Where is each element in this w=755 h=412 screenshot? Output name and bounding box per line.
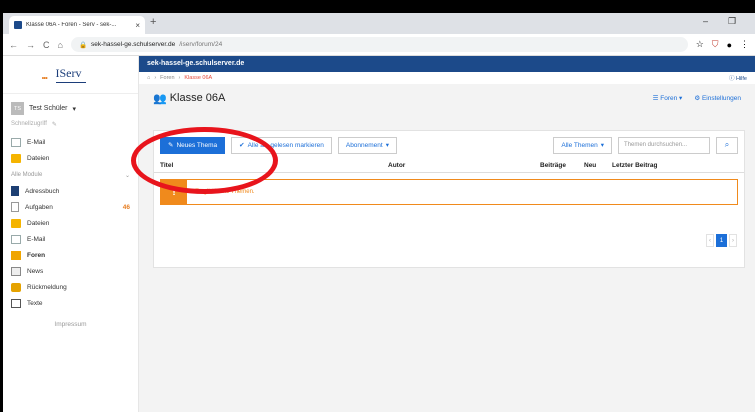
panel-toolbar: ✎ Neues Thema ✔ Alle als gelesen markier…: [154, 131, 744, 159]
column-posts[interactable]: Beiträge: [540, 162, 584, 169]
caret-down-icon: ▾: [385, 142, 389, 149]
browser-tab[interactable]: Klasse 06A - Foren - Serv - sek-... ×: [9, 16, 145, 34]
url-path: /iserv/forum/24: [179, 41, 223, 48]
forums-dropdown[interactable]: ☰ Foren ▾: [653, 94, 683, 102]
empty-alert: ! Es gibt keine Themen.: [160, 179, 738, 205]
mail-icon: [11, 137, 21, 147]
next-page-button[interactable]: ›: [729, 234, 737, 247]
settings-button[interactable]: ⚙ Einstellungen: [694, 94, 741, 102]
close-tab-icon[interactable]: ×: [135, 21, 140, 30]
modules-header[interactable]: Alle Module ⌄: [3, 166, 138, 183]
forum-icon: [11, 250, 21, 260]
sidebar-item-dateien[interactable]: Dateien: [3, 215, 138, 231]
breadcrumb-foren[interactable]: Foren: [160, 75, 174, 81]
screen: Klasse 06A - Foren - Serv - sek-... × + …: [0, 0, 755, 412]
tab-title: Klasse 06A - Foren - Serv - sek-...: [26, 22, 117, 28]
sidebar: ••• IServ TS Test Schüler ▾ Schnellzugri…: [3, 56, 139, 412]
maximize-icon[interactable]: ❐: [728, 16, 736, 27]
reload-icon[interactable]: C: [43, 40, 50, 50]
sidebar-item-files-quick[interactable]: Dateien: [3, 150, 138, 166]
browser-toolbar: ← → C ⌂ 🔒 sek-hassel-ge.schulserver.de/i…: [3, 34, 755, 56]
back-icon[interactable]: ←: [9, 40, 18, 50]
subscription-dropdown[interactable]: Abonnement ▾: [337, 136, 397, 154]
pencil-icon[interactable]: ✎: [52, 121, 57, 128]
impressum-link[interactable]: Impressum: [3, 311, 138, 328]
sidebar-item-news[interactable]: News: [3, 263, 138, 279]
new-tab-icon[interactable]: +: [150, 16, 156, 28]
home-icon[interactable]: ⌂: [58, 40, 63, 50]
url-host: sek-hassel-ge.schulserver.de: [91, 41, 176, 48]
news-icon: [11, 266, 21, 276]
lock-icon: 🔒: [78, 41, 88, 49]
column-last-post[interactable]: Letzter Beitrag: [612, 162, 658, 169]
sidebar-item-aufgaben[interactable]: Aufgaben 46: [3, 199, 138, 215]
minimize-icon[interactable]: –: [703, 16, 708, 26]
users-icon: 👥: [153, 92, 167, 105]
new-topic-button[interactable]: ✎ Neues Thema: [160, 136, 226, 154]
mail-icon: [11, 234, 21, 244]
column-author[interactable]: Autor: [388, 162, 540, 169]
search-input[interactable]: Themen durchsuchen...: [618, 136, 710, 154]
quick-access-label: Schnellzugriff ✎: [11, 121, 57, 128]
page: ••• IServ TS Test Schüler ▾ Schnellzugri…: [3, 56, 755, 412]
help-link[interactable]: ⓘ Hilfe: [729, 74, 747, 82]
sidebar-item-email-quick[interactable]: E-Mail: [3, 134, 138, 150]
sidebar-item-rueckmeldung[interactable]: Rückmeldung: [3, 279, 138, 295]
folder-icon: [11, 153, 21, 163]
chevron-down-icon: ⌄: [124, 173, 130, 179]
forward-icon[interactable]: →: [26, 40, 35, 50]
avatar: TS: [11, 102, 24, 115]
feedback-icon: [11, 282, 21, 292]
server-name: sek-hassel-ge.schulserver.de: [139, 56, 755, 72]
empty-message: Es gibt keine Themen.: [195, 189, 255, 195]
caret-down-icon: ▾: [72, 105, 77, 113]
topics-panel: ✎ Neues Thema ✔ Alle als gelesen markier…: [153, 130, 745, 268]
page-title: 👥 Klasse 06A: [153, 92, 226, 105]
page-button[interactable]: 1: [716, 234, 727, 247]
favicon-icon: [14, 21, 22, 29]
text-icon: [11, 298, 21, 308]
exclamation-icon: !: [161, 180, 187, 204]
caret-down-icon: ▾: [600, 142, 604, 149]
topic-filter-dropdown[interactable]: Alle Themen ▾: [553, 136, 612, 154]
tab-strip: Klasse 06A - Foren - Serv - sek-... × + …: [3, 13, 755, 34]
main-content: sek-hassel-ge.schulserver.de ⌂ › Foren ›…: [139, 56, 755, 412]
book-icon: [11, 186, 19, 196]
search-icon[interactable]: ⌕: [716, 136, 738, 154]
check-icon: ✔: [239, 142, 245, 149]
folder-icon: [11, 218, 21, 228]
iserv-logo[interactable]: ••• IServ: [42, 66, 86, 83]
column-new[interactable]: Neu: [584, 162, 612, 169]
profile-icon[interactable]: ●: [727, 40, 732, 50]
table-header: Titel Autor Beiträge Neu Letzter Beitrag: [154, 159, 744, 173]
shield-icon[interactable]: ⛉: [712, 39, 719, 50]
column-title[interactable]: Titel: [160, 162, 388, 169]
address-bar[interactable]: 🔒 sek-hassel-ge.schulserver.de/iserv/for…: [70, 37, 688, 52]
logo-dots-icon: •••: [41, 74, 48, 83]
title-bar: 👥 Klasse 06A ☰ Foren ▾ ⚙ Einstellungen: [139, 84, 755, 112]
logo-area[interactable]: ••• IServ: [3, 56, 138, 94]
sidebar-item-texte[interactable]: Texte: [3, 295, 138, 311]
count-badge: 46: [122, 203, 130, 211]
mark-read-button[interactable]: ✔ Alle als gelesen markieren: [231, 136, 332, 154]
task-icon: [11, 202, 19, 212]
user-name: Test Schüler: [29, 105, 68, 112]
user-menu[interactable]: TS Test Schüler ▾: [3, 94, 138, 119]
sidebar-item-foren[interactable]: Foren: [3, 247, 138, 263]
sidebar-item-adressbuch[interactable]: Adressbuch: [3, 183, 138, 199]
pagination: ‹ 1 ›: [706, 234, 737, 247]
menu-icon[interactable]: ⋮: [740, 39, 749, 50]
breadcrumb: ⌂ › Foren › Klasse 06A ⓘ Hilfe: [139, 72, 755, 84]
home-icon[interactable]: ⌂: [147, 75, 150, 81]
breadcrumb-current[interactable]: Klasse 06A: [184, 75, 212, 81]
browser-window: Klasse 06A - Foren - Serv - sek-... × + …: [3, 13, 755, 412]
sidebar-item-email[interactable]: E-Mail: [3, 231, 138, 247]
star-icon[interactable]: ☆: [696, 39, 704, 50]
pencil-icon: ✎: [168, 142, 174, 149]
prev-page-button[interactable]: ‹: [706, 234, 714, 247]
